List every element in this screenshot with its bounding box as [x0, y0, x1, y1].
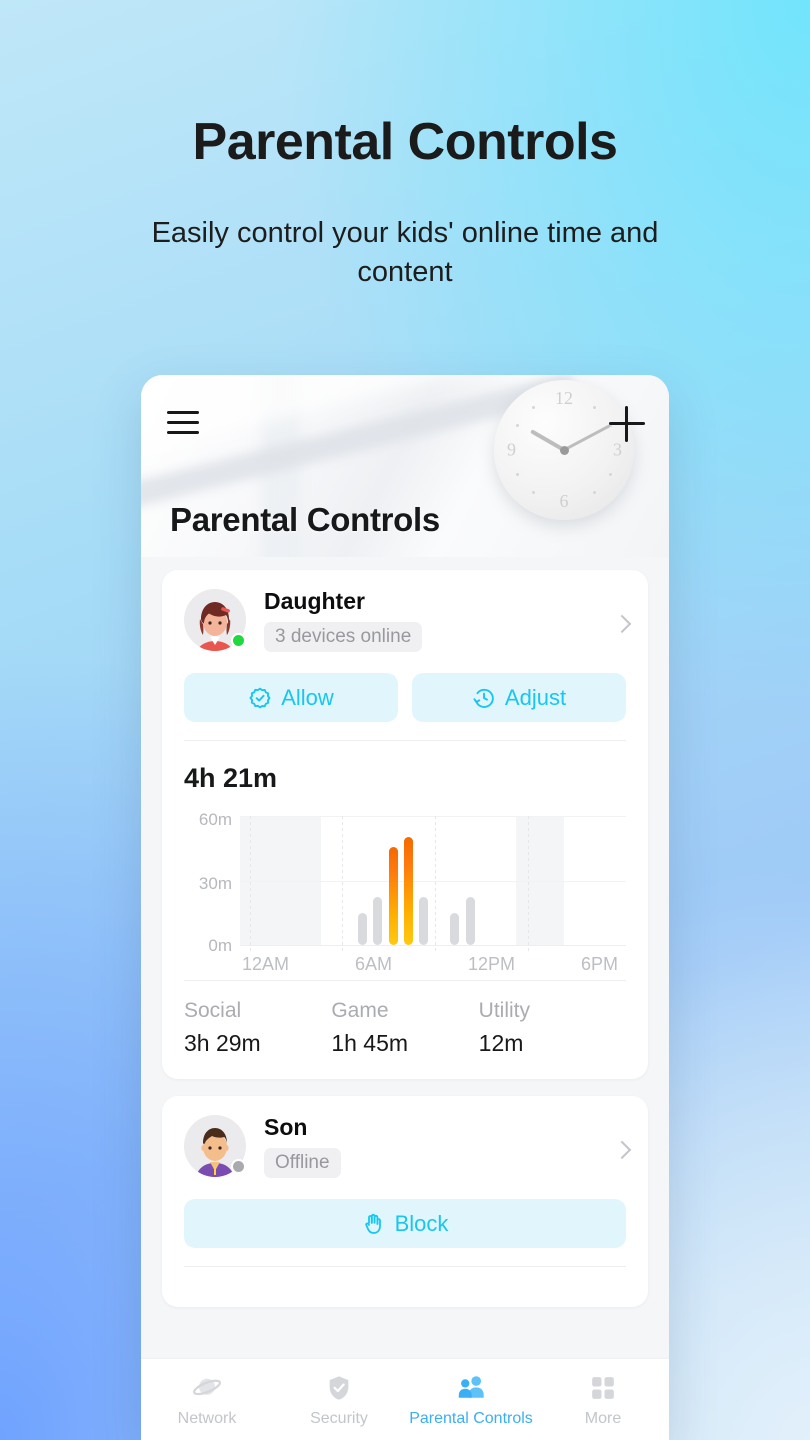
scroll-content: Daughter 3 devices online Allow Adjust 4…: [141, 570, 669, 1307]
daughter-row[interactable]: Daughter 3 devices online: [184, 588, 632, 656]
chart-bar: [465, 897, 475, 945]
son-info: Son Offline: [264, 1114, 626, 1178]
bottom-tab-bar: Network Security Parental Controls More: [141, 1358, 669, 1440]
chart-bar: [419, 897, 429, 945]
chart-bar: [357, 913, 367, 945]
clock-rotate-icon: [472, 686, 496, 710]
shield-check-icon: [273, 1372, 405, 1404]
usage-bar-chart: 60m 30m 0m 12AM 6AM 12PM 6PM: [184, 808, 626, 980]
allow-label: Allow: [281, 684, 334, 710]
hero-section: Parental Controls Easily control your ki…: [0, 0, 810, 292]
tab-security[interactable]: Security: [273, 1372, 405, 1428]
x-axis-tick: 12AM: [242, 954, 290, 974]
x-gridline: [249, 816, 251, 952]
x-axis-tick: 6AM: [355, 954, 393, 974]
planet-icon: [141, 1372, 273, 1404]
chart-plot-area: [240, 816, 626, 952]
x-axis-tick: 12PM: [468, 954, 516, 974]
block-button[interactable]: Block: [184, 1199, 626, 1248]
clock-tick: [516, 473, 519, 476]
tab-more[interactable]: More: [537, 1372, 669, 1428]
clock-center-pin: [559, 445, 569, 455]
y-axis-tick: 0m: [208, 936, 232, 955]
clock-numeral: 6: [559, 491, 569, 511]
tab-label: More: [584, 1409, 622, 1427]
page-title: Parental Controls: [170, 501, 440, 538]
stat-value: 1h 45m: [331, 1030, 409, 1056]
gridline: [240, 816, 626, 817]
grid-squares-icon: [537, 1372, 669, 1404]
avatar: [184, 589, 246, 651]
x-gridline: [434, 816, 436, 952]
status-badge: Offline: [264, 1148, 341, 1178]
category-stats: Social 3h 29m Game 1h 45m Utility 12m: [184, 981, 626, 1079]
child-name: Daughter: [264, 588, 365, 614]
stat-value: 12m: [478, 1030, 524, 1056]
tab-network[interactable]: Network: [141, 1372, 273, 1428]
stat-label: Social: [184, 999, 242, 1022]
clock-tick: [593, 491, 596, 494]
tab-label: Security: [310, 1409, 368, 1427]
block-label: Block: [394, 1210, 449, 1236]
status-badge: 3 devices online: [264, 622, 423, 652]
clock-tick: [609, 473, 612, 476]
clock-numeral: 9: [507, 439, 516, 460]
stat-value: 3h 29m: [184, 1030, 261, 1056]
son-row[interactable]: Son Offline: [184, 1114, 632, 1182]
hero-subtitle: Easily control your kids' online time an…: [151, 217, 659, 289]
stat-label: Utility: [478, 999, 530, 1022]
clock-tick: [593, 406, 596, 409]
wall-clock-icon: 12 3 6 9: [494, 380, 634, 520]
stat-game: Game 1h 45m: [331, 999, 478, 1057]
clock-tick: [532, 491, 535, 494]
child-card-son[interactable]: Son Offline Block: [162, 1096, 648, 1307]
app-header: 12 3 6 9 Parental Controls: [141, 375, 669, 557]
child-name: Son: [264, 1114, 308, 1140]
tab-parental-controls[interactable]: Parental Controls: [405, 1372, 537, 1428]
tab-label: Parental Controls: [409, 1409, 533, 1427]
child-card-daughter[interactable]: Daughter 3 devices online Allow Adjust 4…: [162, 570, 648, 1079]
y-axis-tick: 60m: [198, 810, 232, 829]
chart-bar: [404, 837, 414, 945]
two-people-icon: [405, 1372, 537, 1404]
stat-utility: Utility 12m: [479, 999, 626, 1057]
badge-check-icon: [248, 686, 272, 710]
avatar: [184, 1115, 246, 1177]
chart-bar: [450, 913, 460, 945]
hamburger-menu-icon[interactable]: [167, 411, 199, 434]
x-gridline: [527, 816, 529, 952]
daughter-action-buttons: Allow Adjust: [184, 673, 626, 740]
clock-numeral: 3: [613, 439, 622, 460]
allow-button[interactable]: Allow: [184, 673, 398, 722]
clock-tick: [532, 406, 535, 409]
adjust-label: Adjust: [504, 684, 567, 710]
tab-label: Network: [177, 1409, 237, 1427]
plus-icon[interactable]: [609, 406, 645, 442]
clock-minute-hand: [563, 424, 611, 452]
x-gridline: [342, 816, 344, 952]
chart-bar: [373, 897, 383, 945]
stat-label: Game: [331, 999, 389, 1022]
x-axis-tick: 6PM: [581, 954, 619, 974]
status-dot-online: [231, 633, 246, 648]
stat-social: Social 3h 29m: [184, 999, 331, 1057]
phone-mockup: 12 3 6 9 Parental Controls Daughter 3 de…: [141, 375, 669, 1440]
son-action-buttons: Block: [184, 1199, 626, 1266]
clock-numeral: 12: [555, 388, 573, 408]
daughter-info: Daughter 3 devices online: [264, 588, 626, 652]
y-axis-tick: 30m: [198, 874, 232, 893]
hand-raised-icon: [362, 1212, 386, 1236]
usage-total: 4h 21m: [184, 763, 278, 793]
status-dot-offline: [231, 1159, 246, 1174]
hero-title: Parental Controls: [192, 113, 618, 171]
clock-tick: [516, 424, 519, 427]
gridline: [240, 881, 626, 882]
adjust-button[interactable]: Adjust: [412, 673, 626, 722]
card-spacer: [184, 1267, 626, 1307]
chart-bar: [388, 847, 398, 945]
